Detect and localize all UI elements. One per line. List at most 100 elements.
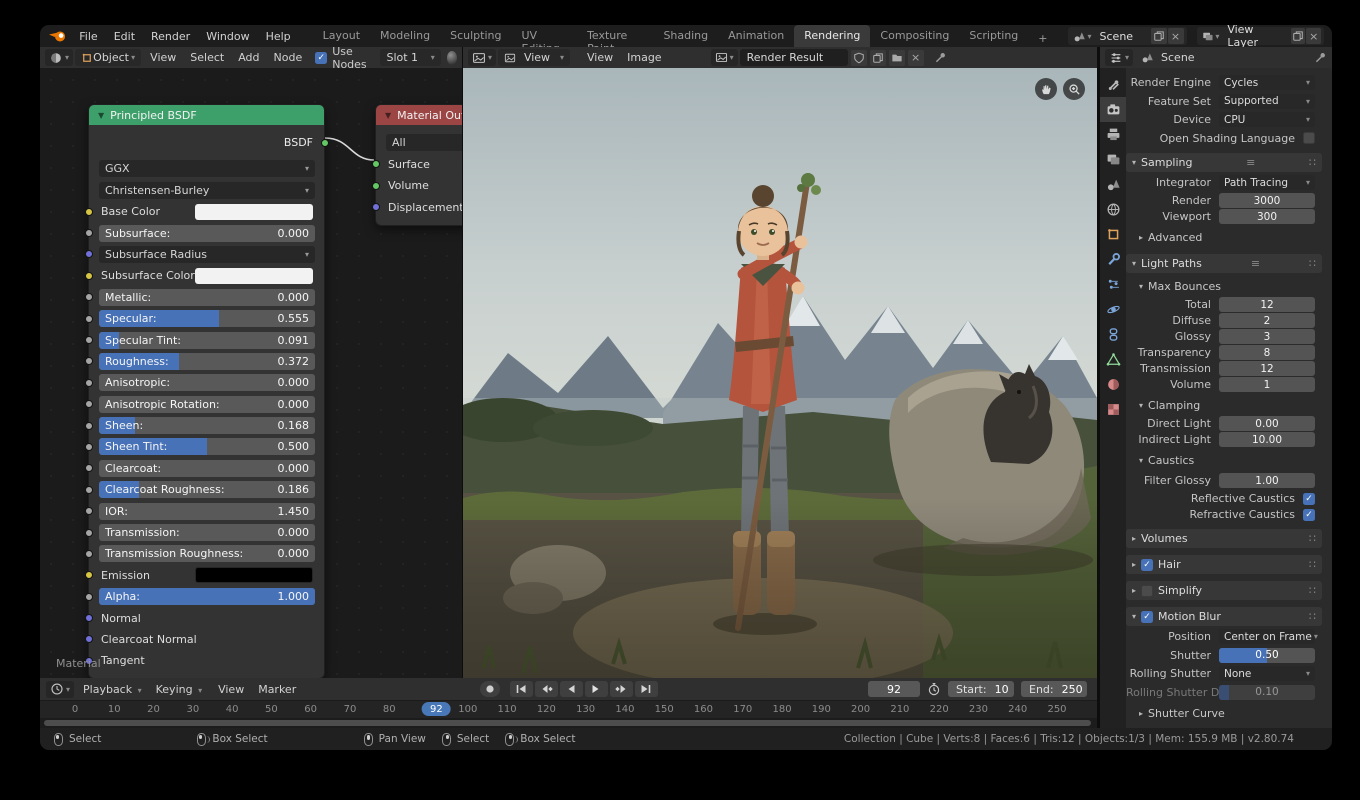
node-row[interactable]: Transmission Roughness: 0.000 ▾ [99, 545, 315, 562]
node-socket[interactable] [85, 293, 93, 301]
dropdown[interactable]: Supported▾ [1219, 94, 1315, 109]
node-row[interactable]: Christensen-Burley ▾ [99, 182, 315, 199]
panel-section-header[interactable]: ▸ ✓ Simplify ≡ ∷ [1126, 581, 1322, 600]
node-row[interactable]: Metallic: 0.000 ▾ [99, 289, 315, 306]
node-socket[interactable] [85, 507, 93, 515]
node-row[interactable]: Normal ▾ [99, 610, 315, 627]
node-socket[interactable] [85, 550, 93, 558]
panel-section-header[interactable]: ▸ ✓ Hair ≡ ∷ [1126, 555, 1322, 574]
node-socket[interactable] [85, 250, 93, 258]
node-row[interactable]: Specular: 0.555 ▾ [99, 310, 315, 327]
blender-logo-icon[interactable] [48, 28, 67, 44]
stopwatch-icon[interactable] [927, 682, 941, 696]
workspace-tab[interactable]: Scripting [959, 25, 1028, 47]
workspace-tab[interactable]: Texture Paint [577, 25, 653, 47]
section-arrow-icon[interactable]: ▾ [1139, 456, 1143, 465]
next-keyframe-button[interactable] [610, 681, 633, 697]
node-row[interactable]: All ▾ [386, 134, 462, 151]
timeline-scrollbar[interactable] [40, 718, 1097, 728]
scene-selector[interactable]: ▾ Scene × [1068, 27, 1187, 45]
node-row[interactable]: GGX ▾ [99, 160, 315, 177]
current-frame-badge[interactable]: 92 [422, 702, 451, 716]
node-header[interactable]: ▼ Principled BSDF [89, 105, 324, 125]
fake-user-shield-icon[interactable] [851, 50, 867, 66]
panel-section-header[interactable]: ▸ ✓ Advanced ≡ ∷ [1126, 228, 1322, 247]
node-row[interactable]: Clearcoat Roughness: 0.186 ▾ [99, 481, 315, 498]
node-socket[interactable] [85, 593, 93, 601]
editor-type-button[interactable]: ▾ [45, 49, 73, 66]
color-swatch[interactable] [195, 567, 313, 583]
collapse-arrow-icon[interactable]: ▼ [385, 111, 391, 120]
menu-item[interactable]: Help [258, 30, 299, 43]
panel-section-header[interactable]: ▾ ✓ Max Bounces ≡ ∷ [1126, 277, 1322, 296]
number-field[interactable]: 300 [1219, 209, 1315, 224]
header-menu-item[interactable]: Playback ▾ [76, 683, 149, 696]
node-row[interactable]: Anisotropic: 0.000 ▾ [99, 374, 315, 391]
image-name-field[interactable]: Render Result [740, 49, 848, 66]
number-field[interactable]: 2 [1219, 313, 1315, 328]
node-row[interactable]: Tangent ▾ [99, 652, 315, 669]
slider[interactable]: 0.10 [1219, 685, 1315, 700]
number-field[interactable]: 10.00 [1219, 432, 1315, 447]
panel-section-header[interactable]: ▾ ✓ Light Paths ≡ ∷ [1126, 254, 1322, 273]
properties-tab[interactable] [1100, 197, 1126, 222]
drag-dots-icon[interactable]: ∷ [1309, 558, 1316, 571]
number-field[interactable]: 0.00 [1219, 416, 1315, 431]
node-socket[interactable] [85, 229, 93, 237]
node-row[interactable]: Transmission: 0.000 ▾ [99, 524, 315, 541]
properties-tab[interactable] [1100, 122, 1126, 147]
panel-section-header[interactable]: ▾ ✓ Motion Blur ≡ ∷ [1126, 607, 1322, 626]
close-icon[interactable]: × [1306, 28, 1321, 44]
number-field[interactable]: 3000 [1219, 193, 1315, 208]
checkbox[interactable]: ✓ [1303, 493, 1315, 505]
previous-keyframe-button[interactable] [535, 681, 558, 697]
panel-section-header[interactable]: ▾ ✓ Caustics ≡ ∷ [1126, 451, 1322, 470]
unlink-close-icon[interactable]: × [908, 50, 924, 66]
node-socket[interactable] [85, 614, 93, 622]
editor-type-button[interactable]: ▾ [46, 681, 74, 698]
drag-dots-icon[interactable]: ∷ [1309, 584, 1316, 597]
header-menu-item[interactable]: View [580, 51, 620, 64]
node-row[interactable]: BSDF ▾ [99, 134, 315, 151]
drag-dots-icon[interactable]: ∷ [1309, 156, 1316, 169]
node-socket[interactable] [85, 635, 93, 643]
dropdown[interactable]: None▾ [1219, 666, 1315, 681]
node-socket[interactable] [372, 182, 380, 190]
principled-bsdf-node[interactable]: ▼ Principled BSDF BSDF ▾ [88, 104, 325, 678]
node-header[interactable]: ▼ Material Output [376, 105, 462, 125]
node-socket[interactable] [85, 571, 93, 579]
node-row[interactable]: IOR: 1.450 ▾ [99, 503, 315, 520]
number-field[interactable]: 12 [1219, 361, 1315, 376]
jump-to-end-button[interactable] [635, 681, 658, 697]
header-menu-item[interactable]: Add [231, 51, 266, 64]
color-swatch[interactable] [195, 268, 313, 284]
node-row[interactable]: Subsurface: 0.000 ▾ [99, 225, 315, 242]
add-workspace-button[interactable]: + [1028, 28, 1057, 45]
checkbox[interactable]: ✓ [1303, 509, 1315, 521]
section-arrow-icon[interactable]: ▾ [1132, 259, 1136, 268]
slot-dropdown[interactable]: Slot 1 ▾ [380, 49, 440, 66]
display-mode-dropdown[interactable]: View ▾ [498, 49, 570, 66]
node-row[interactable]: Sheen Tint: 0.500 ▾ [99, 438, 315, 455]
node-row[interactable]: Volume ▾ [386, 177, 462, 194]
header-menu-item[interactable]: Node [267, 51, 310, 64]
section-arrow-icon[interactable]: ▸ [1132, 586, 1136, 595]
workspace-tab[interactable]: Compositing [870, 25, 959, 47]
pan-hand-icon[interactable] [1035, 78, 1057, 100]
section-arrow-icon[interactable]: ▾ [1139, 401, 1143, 410]
section-arrow-icon[interactable]: ▸ [1139, 233, 1143, 242]
node-socket[interactable] [85, 272, 93, 280]
dropdown[interactable]: CPU▾ [1219, 112, 1315, 127]
collapse-arrow-icon[interactable]: ▼ [98, 111, 104, 120]
workspace-tab[interactable]: Layout [313, 25, 370, 47]
play-reverse-button[interactable] [560, 681, 583, 697]
pin-icon[interactable] [934, 51, 947, 64]
record-button[interactable] [480, 681, 500, 697]
workspace-tab[interactable]: Shading [653, 25, 718, 47]
section-arrow-icon[interactable]: ▸ [1132, 534, 1136, 543]
zoom-plus-icon[interactable] [1063, 78, 1085, 100]
node-row[interactable]: Alpha: 1.000 ▾ [99, 588, 315, 605]
panel-section-header[interactable]: ▸ ✓ Volumes ≡ ∷ [1126, 529, 1322, 548]
section-arrow-icon[interactable]: ▸ [1139, 709, 1143, 718]
section-arrow-icon[interactable]: ▾ [1132, 612, 1136, 621]
